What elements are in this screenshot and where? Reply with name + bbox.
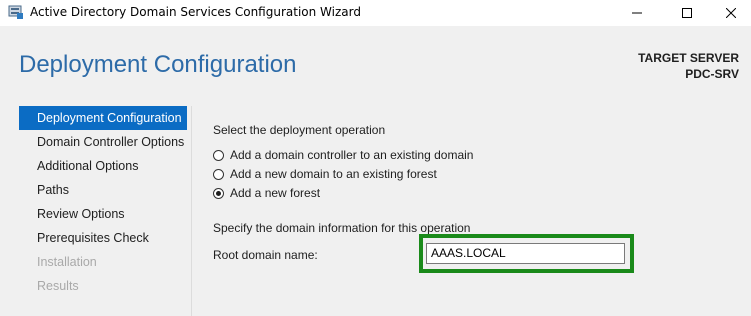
maximize-icon xyxy=(682,8,692,18)
nav-item-results: Results xyxy=(37,279,79,293)
option-label: Add a new domain to an existing forest xyxy=(230,167,437,181)
wizard-content: Deployment Configuration TARGET SERVER P… xyxy=(0,26,751,316)
nav-item-review-options[interactable]: Review Options xyxy=(19,202,191,226)
option-label: Add a domain controller to an existing d… xyxy=(230,148,474,162)
minimize-icon xyxy=(632,12,642,14)
nav-item-installation: Installation xyxy=(37,255,97,269)
option-add-dc-existing-domain[interactable]: Add a domain controller to an existing d… xyxy=(213,146,473,164)
nav-item-additional-options[interactable]: Additional Options xyxy=(19,154,191,178)
nav-item-prerequisites-check[interactable]: Prerequisites Check xyxy=(19,226,191,250)
root-domain-input[interactable]: AAAS.LOCAL xyxy=(426,243,625,264)
server-manager-icon xyxy=(8,5,23,19)
minimize-button[interactable] xyxy=(614,0,660,26)
wizard-nav: Deployment Configuration Domain Controll… xyxy=(19,106,192,316)
root-domain-label: Root domain name: xyxy=(213,248,318,262)
option-add-new-forest[interactable]: Add a new forest xyxy=(213,184,320,202)
nav-item-paths[interactable]: Paths xyxy=(19,178,191,202)
radio-button[interactable] xyxy=(213,168,224,180)
close-button[interactable] xyxy=(708,0,751,26)
nav-item-deployment-configuration[interactable]: Deployment Configuration xyxy=(19,106,187,130)
radio-button-selected[interactable] xyxy=(213,187,224,199)
title-bar: Active Directory Domain Services Configu… xyxy=(0,0,751,26)
maximize-button[interactable] xyxy=(664,0,710,26)
option-add-domain-existing-forest[interactable]: Add a new domain to an existing forest xyxy=(213,165,437,183)
nav-item-domain-controller-options[interactable]: Domain Controller Options xyxy=(19,130,191,154)
main-panel: Select the deployment operation Add a do… xyxy=(213,26,751,314)
operation-prompt: Select the deployment operation xyxy=(213,123,386,137)
option-label: Add a new forest xyxy=(230,186,321,200)
domain-info-prompt: Specify the domain information for this … xyxy=(213,221,471,235)
window-title: Active Directory Domain Services Configu… xyxy=(30,5,361,19)
radio-button[interactable] xyxy=(213,149,224,161)
close-icon xyxy=(726,8,736,18)
